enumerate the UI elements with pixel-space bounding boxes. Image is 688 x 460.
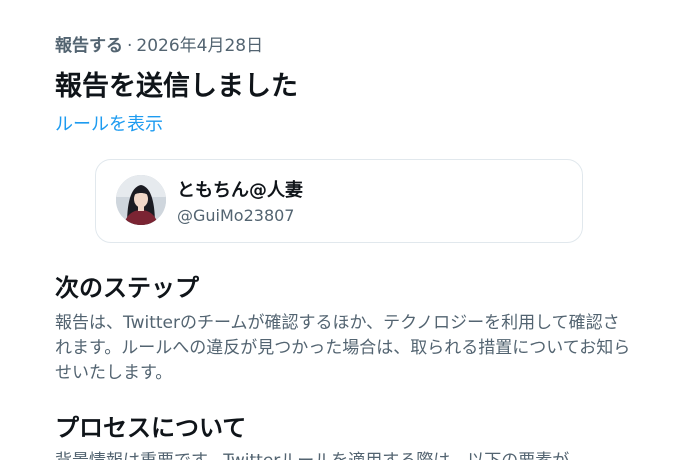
meta-separator: ·	[127, 36, 133, 56]
reported-user-display-name: ともちん@人妻	[177, 180, 303, 201]
next-steps-heading: 次のステップ	[55, 274, 199, 302]
report-meta-line: 報告する · 2026年4月28日	[55, 31, 263, 56]
reported-user-handle: @GuiMo23807	[177, 206, 295, 225]
process-body-partial: 背景情報は重要です。Twitterルールを適用する際は、以下の要素が	[55, 449, 655, 460]
view-rules-link[interactable]: ルールを表示	[55, 110, 163, 136]
next-steps-body: 報告は、Twitterのチームが確認するほか、テクノロジーを利用して確認されます…	[55, 313, 631, 383]
report-date: 2026年4月28日	[136, 36, 264, 56]
reported-user-card[interactable]: ともちん@人妻 @GuiMo23807	[95, 159, 583, 243]
page-title: 報告を送信しました	[55, 71, 298, 102]
report-confirmation-page: 報告する · 2026年4月28日 報告を送信しました ルールを表示 ともちん@人妻…	[0, 0, 688, 460]
report-kind-label: 報告する	[55, 36, 123, 56]
process-heading: プロセスについて	[55, 414, 247, 442]
avatar	[116, 175, 166, 225]
avatar-image	[116, 175, 166, 225]
